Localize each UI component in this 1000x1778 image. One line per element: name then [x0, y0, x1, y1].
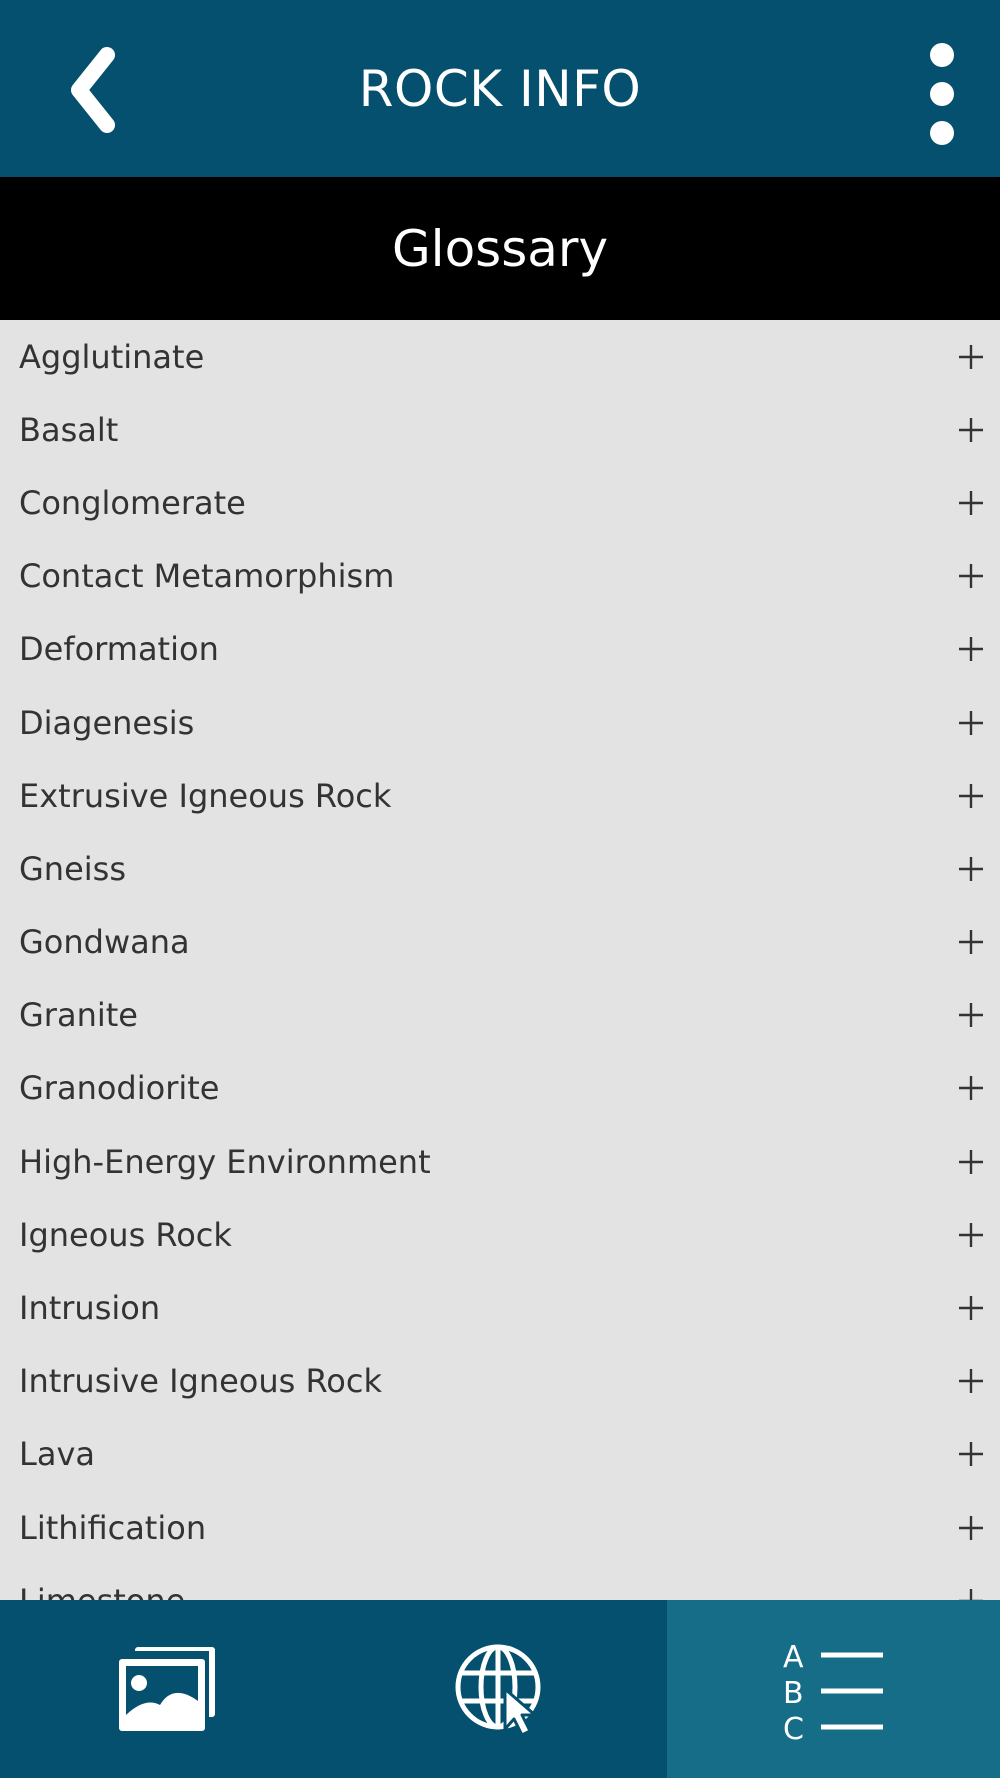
plus-icon[interactable]: [958, 636, 984, 662]
svg-text:A: A: [783, 1640, 804, 1675]
plus-icon[interactable]: [958, 1002, 984, 1028]
web-globe-icon: [455, 1644, 541, 1737]
plus-icon[interactable]: [958, 344, 984, 370]
svg-text:C: C: [783, 1712, 804, 1741]
glossary-term-label: Intrusion: [19, 1289, 161, 1328]
glossary-item[interactable]: Conglomerate: [0, 466, 1000, 539]
plus-icon[interactable]: [958, 1075, 984, 1101]
tab-glossary[interactable]: A B C: [667, 1600, 1000, 1778]
plus-icon[interactable]: [958, 856, 984, 882]
glossary-item[interactable]: Intrusive Igneous Rock: [0, 1345, 1000, 1418]
glossary-term-label: Agglutinate: [19, 337, 205, 376]
gallery-icon: [118, 1647, 215, 1731]
plus-icon[interactable]: [958, 563, 984, 589]
plus-icon[interactable]: [958, 1588, 984, 1600]
plus-icon[interactable]: [958, 1441, 984, 1467]
plus-icon[interactable]: [958, 1149, 984, 1175]
glossary-term-label: Conglomerate: [19, 483, 246, 522]
plus-icon[interactable]: [958, 710, 984, 736]
abc-list-icon: A B C: [783, 1640, 883, 1741]
glossary-item[interactable]: Gondwana: [0, 906, 1000, 979]
glossary-term-label: Lava: [19, 1435, 95, 1474]
glossary-term-label: Lithification: [19, 1508, 207, 1547]
glossary-item[interactable]: Agglutinate: [0, 320, 1000, 393]
top-bar: ROCK INFO: [0, 0, 1000, 177]
glossary-term-label: Igneous Rock: [19, 1215, 232, 1254]
glossary-item[interactable]: Granodiorite: [0, 1052, 1000, 1125]
glossary-item[interactable]: Gneiss: [0, 832, 1000, 905]
glossary-term-label: Limestone: [0, 1582, 185, 1600]
tab-web[interactable]: [333, 1600, 667, 1778]
section-title: Glossary: [391, 219, 609, 278]
glossary-term-label: Intrusive Igneous Rock: [19, 1362, 382, 1401]
plus-icon[interactable]: [958, 783, 984, 809]
more-vertical-icon: [930, 43, 954, 145]
glossary-item[interactable]: Extrusive Igneous Rock: [0, 759, 1000, 832]
glossary-term-label: High-Energy Environment: [19, 1142, 431, 1181]
glossary-term-label: Basalt: [19, 410, 119, 449]
glossary-term-label: Gneiss: [19, 849, 126, 888]
glossary-item[interactable]: Lava: [0, 1418, 1000, 1491]
glossary-item[interactable]: Diagenesis: [0, 686, 1000, 759]
glossary-item[interactable]: Contact Metamorphism: [0, 540, 1000, 613]
plus-icon[interactable]: [958, 417, 984, 443]
glossary-item[interactable]: Deformation: [0, 613, 1000, 686]
bottom-nav: A B C: [0, 1600, 1000, 1778]
glossary-item[interactable]: Limestone: [0, 1564, 1000, 1600]
plus-icon[interactable]: [958, 1368, 984, 1394]
plus-icon[interactable]: [958, 490, 984, 516]
glossary-term-label: Diagenesis: [19, 703, 195, 742]
more-menu-button[interactable]: [912, 30, 972, 150]
back-button[interactable]: [48, 40, 138, 140]
svg-text:B: B: [783, 1676, 804, 1711]
chevron-left-icon: [71, 47, 115, 133]
glossary-item[interactable]: Basalt: [0, 393, 1000, 466]
glossary-term-label: Granodiorite: [19, 1069, 220, 1108]
glossary-term-label: Gondwana: [19, 923, 190, 962]
glossary-item[interactable]: Intrusion: [0, 1271, 1000, 1344]
section-header: Glossary: [0, 177, 1000, 320]
glossary-term-label: Extrusive Igneous Rock: [19, 776, 392, 815]
glossary-term-label: Deformation: [19, 630, 219, 669]
plus-icon[interactable]: [958, 1515, 984, 1541]
app-screen: ROCK INFO Glossary Agglutinate Basalt Cong…: [0, 0, 1000, 1778]
glossary-item[interactable]: High-Energy Environment: [0, 1125, 1000, 1198]
glossary-term-label: Contact Metamorphism: [19, 557, 395, 596]
glossary-item[interactable]: Lithification: [0, 1491, 1000, 1564]
plus-icon[interactable]: [958, 1295, 984, 1321]
glossary-list: Agglutinate Basalt Conglomerate Contact Met…: [0, 320, 1000, 1600]
glossary-term-label: Granite: [19, 996, 138, 1035]
plus-icon[interactable]: [958, 929, 984, 955]
app-title: ROCK INFO: [358, 59, 642, 118]
plus-icon[interactable]: [958, 1222, 984, 1248]
glossary-item[interactable]: Granite: [0, 979, 1000, 1052]
glossary-item[interactable]: Igneous Rock: [0, 1198, 1000, 1271]
tab-gallery[interactable]: [0, 1600, 333, 1778]
